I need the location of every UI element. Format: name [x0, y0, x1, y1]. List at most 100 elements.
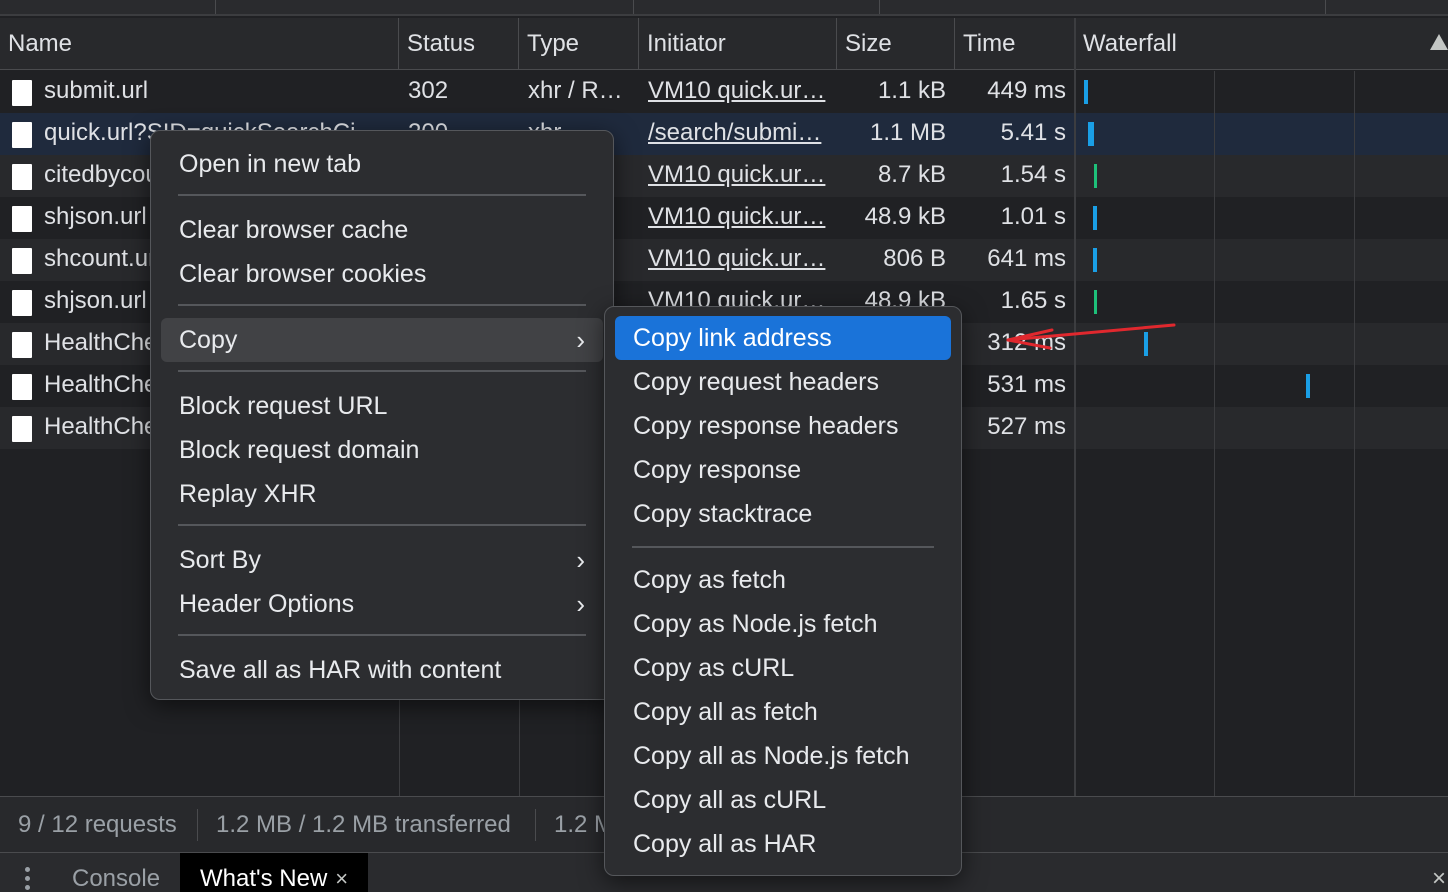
- waterfall-gridline: [1354, 71, 1355, 796]
- menu-item-copy-all-as-nodejs-fetch[interactable]: Copy all as Node.js fetch: [615, 734, 951, 778]
- request-name: submit.url: [44, 77, 149, 104]
- tab-console[interactable]: Console: [52, 853, 180, 892]
- tab-console-label: Console: [72, 865, 161, 892]
- more-options-icon[interactable]: [25, 867, 31, 892]
- menu-item-sort-by-label: Sort By: [179, 546, 261, 574]
- menu-divider: [178, 370, 586, 372]
- request-time: 1.01 s: [1000, 203, 1066, 230]
- document-icon: [12, 206, 32, 232]
- toolbar-segment: [0, 0, 216, 14]
- table-header: Name Status Type Initiator Size Time Wat…: [0, 18, 1448, 70]
- context-menu: Open in new tab Clear browser cache Clea…: [150, 130, 614, 700]
- menu-item-copy-as-fetch[interactable]: Copy as fetch: [615, 558, 951, 602]
- toolbar-segment: [880, 0, 1326, 14]
- menu-divider: [632, 546, 934, 548]
- document-icon: [12, 122, 32, 148]
- menu-item-copy[interactable]: Copy ›: [161, 318, 603, 362]
- request-time: 312 ms: [987, 329, 1066, 356]
- column-header-time[interactable]: Time: [955, 18, 1075, 70]
- chevron-right-icon: ›: [576, 589, 585, 619]
- waterfall-gridline: [1214, 71, 1215, 796]
- menu-item-copy-stacktrace[interactable]: Copy stacktrace: [615, 492, 951, 536]
- column-header-initiator[interactable]: Initiator: [639, 18, 837, 70]
- menu-item-clear-cache[interactable]: Clear browser cache: [161, 208, 603, 252]
- menu-item-copy-request-headers[interactable]: Copy request headers: [615, 360, 951, 404]
- waterfall-bar: [1093, 206, 1097, 230]
- menu-item-copy-as-nodejs-fetch[interactable]: Copy as Node.js fetch: [615, 602, 951, 646]
- menu-item-header-options-label: Header Options: [179, 590, 355, 618]
- menu-item-copy-all-as-curl[interactable]: Copy all as cURL: [615, 778, 951, 822]
- column-header-waterfall-label: Waterfall: [1083, 30, 1177, 57]
- chevron-right-icon: ›: [576, 325, 585, 355]
- column-header-name[interactable]: Name: [0, 18, 399, 70]
- waterfall-bar: [1094, 164, 1097, 188]
- toolbar-segment: [634, 0, 880, 14]
- request-initiator-link[interactable]: VM10 quick.ur…: [648, 239, 830, 281]
- request-type: xhr / R…: [528, 77, 623, 104]
- request-size: 8.7 kB: [877, 161, 946, 188]
- request-status: 302: [408, 77, 449, 104]
- request-size: 806 B: [883, 245, 946, 272]
- request-time: 527 ms: [987, 413, 1066, 440]
- request-size: 48.9 kB: [864, 203, 946, 230]
- menu-item-sort-by[interactable]: Sort By ›: [161, 538, 603, 582]
- transferred-size: 1.2 MB / 1.2 MB transferred: [216, 811, 511, 838]
- menu-item-header-options[interactable]: Header Options ›: [161, 582, 603, 626]
- menu-item-copy-response-headers[interactable]: Copy response headers: [615, 404, 951, 448]
- menu-item-copy-all-as-fetch[interactable]: Copy all as fetch: [615, 690, 951, 734]
- request-time: 5.41 s: [1000, 119, 1066, 146]
- waterfall-bar: [1094, 290, 1097, 314]
- menu-item-block-domain[interactable]: Block request domain: [161, 428, 603, 472]
- status-divider: [197, 809, 198, 841]
- toolbar-segment: [216, 0, 634, 14]
- request-initiator-link[interactable]: /search/submi…: [648, 113, 830, 155]
- column-header-waterfall[interactable]: Waterfall: [1075, 18, 1448, 70]
- waterfall-bar: [1306, 374, 1310, 398]
- tab-whats-new[interactable]: What's New ×: [180, 853, 369, 892]
- close-tab-icon[interactable]: ×: [335, 866, 348, 891]
- sort-ascending-icon: [1430, 34, 1448, 50]
- request-time: 1.65 s: [1000, 287, 1066, 314]
- menu-item-copy-all-as-har[interactable]: Copy all as HAR: [615, 822, 951, 866]
- request-initiator-link[interactable]: VM10 quick.ur…: [648, 71, 830, 113]
- menu-divider: [178, 194, 586, 196]
- request-size: 1.1 MB: [869, 119, 946, 146]
- menu-divider: [178, 524, 586, 526]
- menu-item-open-in-new-tab[interactable]: Open in new tab: [161, 142, 603, 186]
- waterfall-bar: [1144, 332, 1148, 356]
- request-count: 9 / 12 requests: [18, 811, 177, 838]
- tab-whats-new-label: What's New: [200, 865, 328, 892]
- request-initiator-link[interactable]: VM10 quick.ur…: [648, 197, 830, 239]
- document-icon: [12, 290, 32, 316]
- request-time: 1.54 s: [1000, 161, 1066, 188]
- column-header-status[interactable]: Status: [399, 18, 519, 70]
- request-time: 449 ms: [987, 77, 1066, 104]
- copy-submenu: Copy link address Copy request headers C…: [604, 306, 962, 876]
- waterfall-divider: [1074, 18, 1076, 796]
- document-icon: [12, 248, 32, 274]
- column-header-type[interactable]: Type: [519, 18, 639, 70]
- request-size: 1.1 kB: [877, 77, 946, 104]
- request-time: 531 ms: [987, 371, 1066, 398]
- menu-item-block-url[interactable]: Block request URL: [161, 384, 603, 428]
- waterfall-bar: [1084, 80, 1088, 104]
- request-initiator-link[interactable]: VM10 quick.ur…: [648, 155, 830, 197]
- table-row[interactable]: submit.url 302 xhr / R… VM10 quick.ur… 1…: [0, 71, 1448, 113]
- menu-item-clear-cookies[interactable]: Clear browser cookies: [161, 252, 603, 296]
- document-icon: [12, 416, 32, 442]
- menu-divider: [178, 304, 586, 306]
- menu-divider: [178, 634, 586, 636]
- menu-item-copy-label: Copy: [179, 326, 238, 354]
- menu-item-replay-xhr[interactable]: Replay XHR: [161, 472, 603, 516]
- status-divider: [535, 809, 536, 841]
- request-time: 641 ms: [987, 245, 1066, 272]
- column-header-size[interactable]: Size: [837, 18, 955, 70]
- menu-item-save-har[interactable]: Save all as HAR with content: [161, 648, 603, 692]
- document-icon: [12, 374, 32, 400]
- close-drawer-icon[interactable]: ×: [1432, 865, 1446, 892]
- menu-item-copy-link-address[interactable]: Copy link address: [615, 316, 951, 360]
- menu-item-copy-as-curl[interactable]: Copy as cURL: [615, 646, 951, 690]
- menu-item-copy-response[interactable]: Copy response: [615, 448, 951, 492]
- chevron-right-icon: ›: [576, 545, 585, 575]
- waterfall-bar: [1093, 248, 1097, 272]
